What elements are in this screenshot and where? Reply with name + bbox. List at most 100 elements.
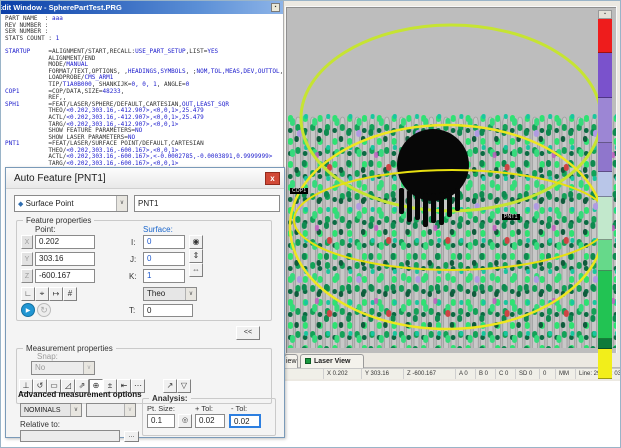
point-label: Point: xyxy=(35,225,55,234)
dialog-title: Auto Feature [PNT1] xyxy=(14,173,106,184)
tool-icon[interactable]: ⇔ xyxy=(189,263,203,277)
close-icon[interactable]: x xyxy=(265,172,280,185)
view-tabbar: iew Laser View xyxy=(284,353,621,368)
status-cell: B 0 xyxy=(476,369,496,379)
surface-point-icon: ◆ xyxy=(18,201,23,208)
tool-icon[interactable]: ▽ xyxy=(177,379,191,393)
scale-segment xyxy=(598,172,612,197)
scale-segment xyxy=(598,98,612,143)
code-line: STATS COUNT : 1 xyxy=(5,36,283,43)
i-label: I: xyxy=(131,238,135,247)
y-input[interactable]: 303.16 xyxy=(35,252,95,266)
analysis-group: Analysis: Pt. Size: + Tol: - Tol: 0.1 ◎ … xyxy=(142,398,276,436)
pnt1-feature-label: PNT1 xyxy=(502,214,520,220)
analysis-view-button[interactable]: ◎ xyxy=(178,414,192,428)
laser-view-icon xyxy=(305,358,311,364)
tab-graphic-view[interactable]: iew xyxy=(284,354,298,368)
x-chip: X xyxy=(21,235,33,249)
scale-segment xyxy=(598,339,612,349)
tool-icon[interactable]: ◉ xyxy=(189,235,203,249)
deviation-color-scale: ▪ xyxy=(598,10,612,379)
edit-window-title: Edit Window - SpherePartTest.PRG xyxy=(1,1,122,14)
point-tools-toolbar: ∟⌖↦# xyxy=(21,287,77,301)
j-input[interactable]: 0 xyxy=(143,252,185,266)
scale-menu-button[interactable]: ▪ xyxy=(598,10,612,19)
analysis-legend: Analysis: xyxy=(149,394,191,403)
scale-segment xyxy=(598,197,612,240)
pt-size-label: Pt. Size: xyxy=(147,404,175,413)
dialog-titlebar[interactable]: Auto Feature [PNT1] x xyxy=(6,168,284,189)
chevron-down-icon[interactable]: ∨ xyxy=(70,404,81,416)
reread-point-button[interactable]: ↻ xyxy=(37,303,51,317)
edit-window-titlebar[interactable]: Edit Window - SpherePartTest.PRG xyxy=(1,1,283,14)
code-area[interactable]: PART NAME : aaaREV NUMBER :SER NUMBER :S… xyxy=(1,14,283,167)
relative-to-label: Relative to: xyxy=(20,420,60,429)
chevron-down-icon: ∨ xyxy=(124,404,135,416)
t-label: T: xyxy=(129,306,135,315)
scale-segments xyxy=(598,19,612,379)
tool-icon[interactable]: ↦ xyxy=(49,287,63,301)
scale-segment xyxy=(598,53,612,98)
j-label: J: xyxy=(130,255,136,264)
minus-tol-label: - Tol: xyxy=(231,404,247,413)
surface-label: Surface: xyxy=(143,225,173,234)
edit-window-restore-button[interactable]: ▪ xyxy=(271,3,280,12)
z-chip: Z xyxy=(21,269,33,283)
edit-window: Edit Window - SpherePartTest.PRG ▪ PART … xyxy=(1,1,284,167)
cop1-feature-label: COP1 xyxy=(290,188,308,194)
k-input[interactable]: 1 xyxy=(143,269,185,283)
chevron-down-icon[interactable]: ∨ xyxy=(185,288,196,300)
t-input[interactable]: 0 xyxy=(143,304,193,317)
vector-tools-toolbar: ◉⇕⇔ xyxy=(189,235,205,277)
pcdmis-screen: Edit Window - SpherePartTest.PRG ▪ PART … xyxy=(0,0,621,448)
tab-laser-view[interactable]: Laser View xyxy=(300,354,364,368)
theo-mode-combo[interactable]: Theo ∨ xyxy=(143,287,197,301)
y-chip: Y xyxy=(21,252,33,266)
auto-feature-dialog: Auto Feature [PNT1] x ◆ Surface Point ∨ … xyxy=(5,167,285,438)
plus-tol-label: + Tol: xyxy=(195,404,213,413)
tool-icon[interactable]: ∟ xyxy=(21,287,35,301)
k-label: K: xyxy=(129,272,137,281)
scale-segment xyxy=(598,349,612,379)
advanced-options-heading: Advanced measurement options xyxy=(18,390,142,399)
relative-to-field xyxy=(20,430,120,442)
nominals-secondary-combo: ∨ xyxy=(86,403,136,417)
scale-segment xyxy=(598,19,612,53)
laser-scan-scene xyxy=(287,8,617,359)
status-cell: SD 0 xyxy=(516,369,540,379)
scale-segment xyxy=(598,271,612,339)
feature-properties-group: Feature properties Point: Surface: X 0.2… xyxy=(16,220,272,321)
scale-segment xyxy=(598,143,612,172)
collapse-button[interactable]: << xyxy=(236,326,260,340)
browse-button[interactable]: ... xyxy=(124,431,139,442)
status-cell: X 0.202 xyxy=(324,369,362,379)
status-cell: A 0 xyxy=(456,369,476,379)
nominals-combo[interactable]: NOMINALS ∨ xyxy=(20,403,82,417)
i-input[interactable]: 0 xyxy=(143,235,185,249)
snap-label: Snap: xyxy=(37,352,58,361)
status-cell xyxy=(284,369,324,379)
snap-combo: No ∨ xyxy=(31,361,95,375)
status-cell: C 0 xyxy=(496,369,516,379)
status-cell: 0 xyxy=(540,369,556,379)
status-bar: X 0.202Y 303.16Z -600.167A 0B 0C 0SD 00M… xyxy=(284,368,621,379)
tool-icon[interactable]: ⇕ xyxy=(189,249,203,263)
measurement-extra-toolbar: ↗▽ xyxy=(163,379,191,393)
plus-tol-input[interactable]: 0.02 xyxy=(195,414,225,428)
tool-icon[interactable]: # xyxy=(63,287,77,301)
status-cell: Z -600.167 xyxy=(404,369,456,379)
chevron-down-icon[interactable]: ∨ xyxy=(116,196,127,211)
graphics-viewport[interactable]: COP1 PNT1 xyxy=(286,7,616,358)
chevron-down-icon: ∨ xyxy=(83,362,94,374)
tool-icon[interactable]: ⌖ xyxy=(35,287,49,301)
feature-id-input[interactable]: PNT1 xyxy=(134,195,280,212)
z-input[interactable]: -600.167 xyxy=(35,269,95,283)
test-point-button[interactable]: ▶ xyxy=(21,303,35,317)
pt-size-input[interactable]: 0.1 xyxy=(147,414,175,428)
tool-icon[interactable]: ↗ xyxy=(163,379,177,393)
x-input[interactable]: 0.202 xyxy=(35,235,95,249)
feature-properties-legend: Feature properties xyxy=(23,216,94,225)
minus-tol-input[interactable]: 0.02 xyxy=(229,414,261,428)
status-cell: MM xyxy=(556,369,576,379)
feature-type-combo[interactable]: ◆ Surface Point ∨ xyxy=(14,195,128,212)
